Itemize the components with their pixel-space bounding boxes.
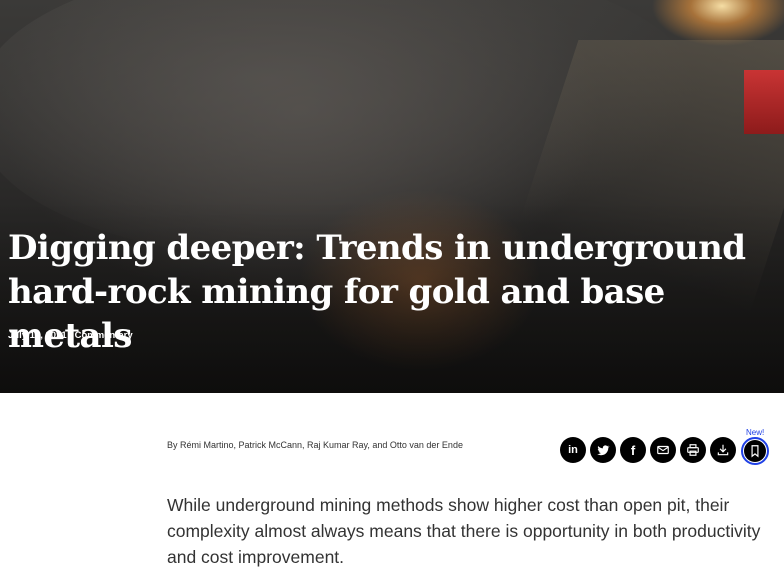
download-icon xyxy=(717,444,729,456)
article-byline: By Rémi Martino, Patrick McCann, Raj Kum… xyxy=(167,440,463,450)
twitter-share-button[interactable] xyxy=(590,437,616,463)
share-bar: in f xyxy=(560,437,736,463)
hero-image: Digging deeper: Trends in underground ha… xyxy=(0,0,784,393)
print-icon xyxy=(687,444,699,456)
email-share-button[interactable] xyxy=(650,437,676,463)
linkedin-share-button[interactable]: in xyxy=(560,437,586,463)
article-title-line-1: Digging deeper: Trends in underground xyxy=(8,228,746,268)
article-lede: While underground mining methods show hi… xyxy=(167,495,761,567)
article-category[interactable]: Commentary xyxy=(75,330,133,341)
print-button[interactable] xyxy=(680,437,706,463)
article-date: July 13, 2021 xyxy=(8,330,67,341)
download-button[interactable] xyxy=(710,437,736,463)
hero-machine-red-panel xyxy=(744,70,784,134)
bookmark-icon xyxy=(751,445,759,458)
linkedin-icon: in xyxy=(568,443,578,456)
article-meta: July 13, 2021 | Commentary xyxy=(8,330,133,342)
meta-separator: | xyxy=(69,330,72,341)
facebook-icon: f xyxy=(630,442,636,458)
bookmark-button[interactable] xyxy=(744,440,766,462)
twitter-icon xyxy=(597,445,610,456)
email-icon xyxy=(657,445,669,455)
new-badge: New! xyxy=(746,428,765,437)
facebook-share-button[interactable]: f xyxy=(620,437,646,463)
bookmark-button-ring xyxy=(741,437,769,465)
article-title-line-2: hard-rock mining for gold and base metal… xyxy=(8,272,665,356)
